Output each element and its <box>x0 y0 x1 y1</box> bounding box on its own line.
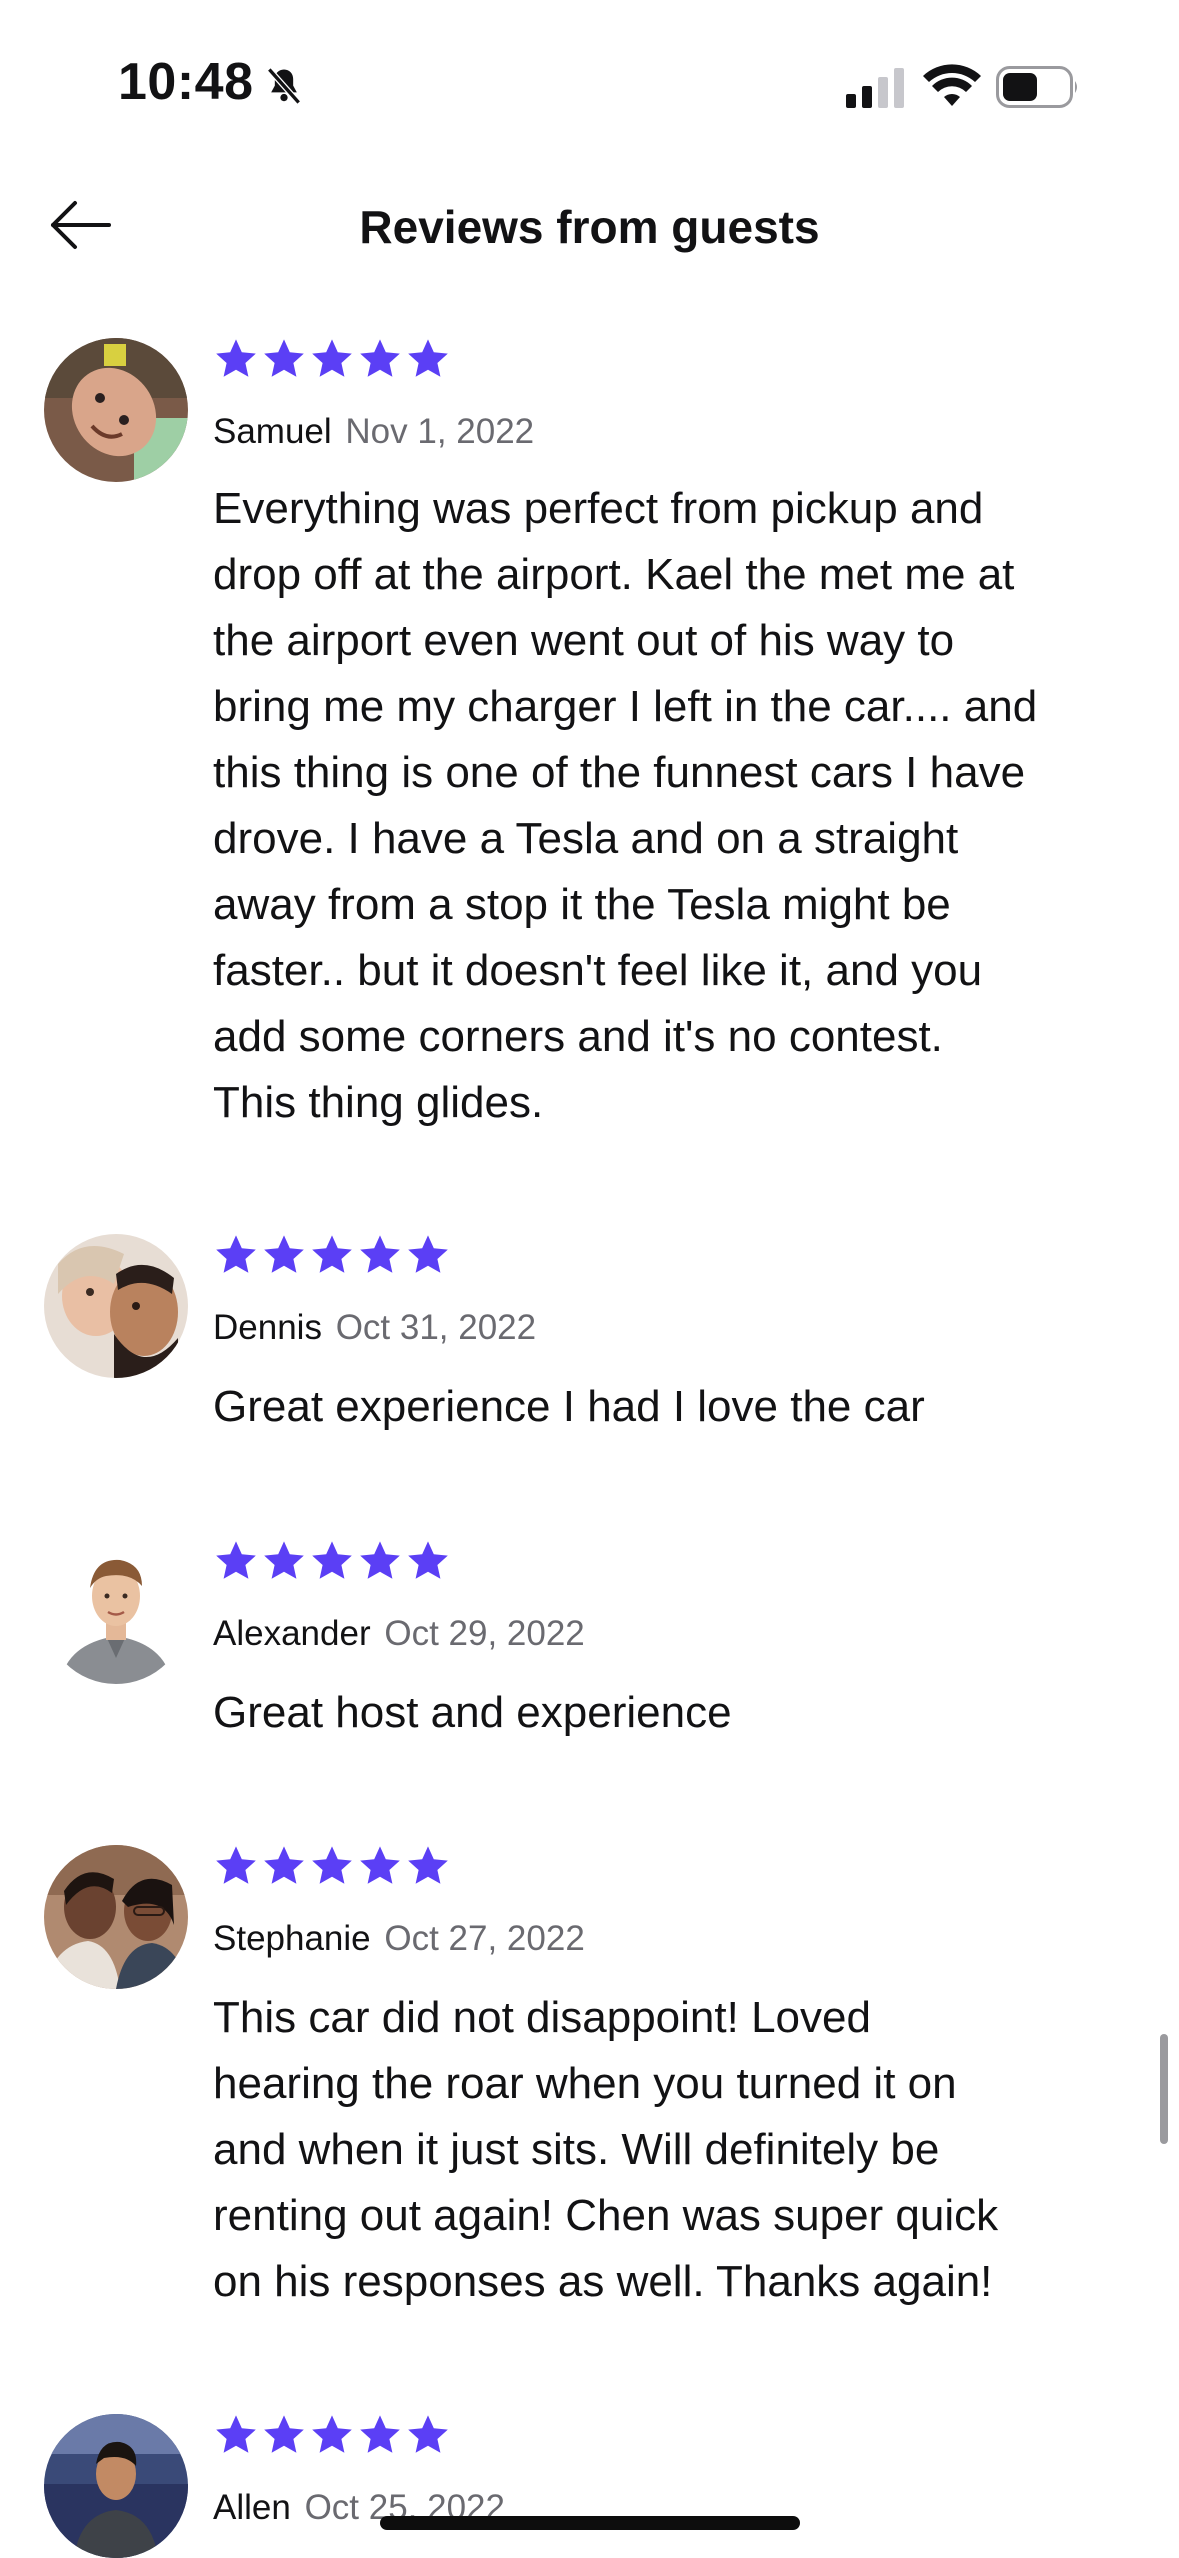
star-rating <box>212 1537 452 1585</box>
star-icon <box>264 1846 304 1884</box>
star-icon <box>264 339 304 377</box>
star-rating <box>212 335 452 383</box>
reviewer-name[interactable]: Alexander <box>213 1614 371 1653</box>
avatar[interactable] <box>44 1540 188 1684</box>
star-icon <box>408 1846 448 1884</box>
star-icon <box>312 1846 352 1884</box>
star-icon <box>264 1235 304 1273</box>
star-icon <box>312 2415 352 2453</box>
star-icon <box>408 339 448 377</box>
reviewer-name[interactable]: Samuel <box>213 412 332 451</box>
reviewer-name[interactable]: Allen <box>213 2488 291 2527</box>
review-date: Oct 31, 2022 <box>335 1308 537 1347</box>
avatar[interactable] <box>44 2414 188 2558</box>
star-icon <box>360 339 400 377</box>
status-bar: 10:48 <box>0 0 1179 160</box>
review-meta: Samuel Nov 1, 2022 <box>213 412 534 452</box>
star-icon <box>312 1541 352 1579</box>
star-icon <box>264 2415 304 2453</box>
star-icon <box>216 1541 256 1579</box>
reviewer-name[interactable]: Dennis <box>213 1308 322 1347</box>
star-rating <box>212 1231 452 1279</box>
review-text: Everything was perfect from pickup and d… <box>213 484 1038 1127</box>
star-icon <box>216 339 256 377</box>
avatar[interactable] <box>44 1845 188 1989</box>
star-icon <box>312 1235 352 1273</box>
status-time: 10:48 <box>118 53 254 111</box>
star-icon <box>216 1235 256 1273</box>
star-icon <box>408 1541 448 1579</box>
battery-icon <box>996 66 1077 108</box>
star-icon <box>216 1846 256 1884</box>
review-date: Oct 27, 2022 <box>384 1919 585 1958</box>
star-icon <box>264 1541 304 1579</box>
star-icon <box>216 2415 256 2453</box>
review-date: Oct 29, 2022 <box>384 1614 585 1653</box>
star-rating <box>212 1842 452 1890</box>
cellular-signal-icon <box>846 68 904 108</box>
review-date: Nov 1, 2022 <box>345 412 535 451</box>
scrollbar-thumb[interactable] <box>1160 2034 1168 2144</box>
star-icon <box>360 2415 400 2453</box>
star-icon <box>360 1541 400 1579</box>
avatar[interactable] <box>44 1234 188 1378</box>
star-icon <box>360 1846 400 1884</box>
review-meta: Stephanie Oct 27, 2022 <box>213 1919 585 1959</box>
review-text: Great experience I had I love the car <box>213 1382 925 1431</box>
review-meta: Alexander Oct 29, 2022 <box>213 1614 585 1654</box>
star-icon <box>360 1235 400 1273</box>
page-title: Reviews from guests <box>359 201 820 253</box>
star-icon <box>312 339 352 377</box>
star-rating <box>212 2411 452 2459</box>
star-icon <box>408 2415 448 2453</box>
home-indicator[interactable] <box>380 2516 800 2530</box>
reviewer-name[interactable]: Stephanie <box>213 1919 371 1958</box>
header: Reviews from guests <box>0 170 1179 280</box>
review-text: This car did not disappoint! Loved heari… <box>213 1993 999 2306</box>
review-text: Great host and experience <box>213 1688 732 1737</box>
wifi-icon <box>923 64 981 106</box>
review-meta: Dennis Oct 31, 2022 <box>213 1308 536 1348</box>
star-icon <box>408 1235 448 1273</box>
bell-slash-icon <box>267 67 301 105</box>
avatar[interactable] <box>44 338 188 482</box>
